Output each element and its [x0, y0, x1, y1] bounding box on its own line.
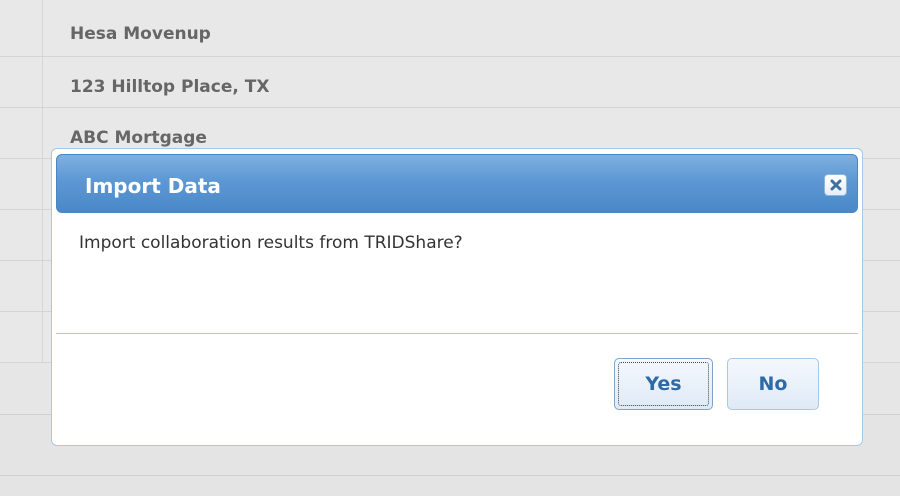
column-divider — [42, 312, 43, 362]
column-divider — [42, 0, 43, 56]
close-button[interactable] — [824, 174, 847, 196]
yes-button-label: Yes — [645, 373, 682, 395]
dialog-message: Import collaboration results from TRIDSh… — [79, 233, 463, 253]
column-divider — [42, 108, 43, 158]
dialog-title: Import Data — [85, 174, 221, 198]
close-icon — [830, 179, 842, 191]
import-data-dialog: Import Data Import collaboration results… — [51, 148, 863, 446]
table-row: 123 Hilltop Place, TX — [0, 57, 900, 108]
lender-name: ABC Mortgage — [70, 128, 207, 148]
no-button-label: No — [758, 373, 788, 395]
column-divider — [42, 261, 43, 311]
dialog-header: Import Data — [56, 154, 858, 213]
borrower-name: Hesa Movenup — [70, 24, 211, 44]
column-divider — [42, 210, 43, 260]
divider — [0, 475, 900, 476]
column-divider — [42, 159, 43, 209]
dialog-divider — [56, 333, 858, 334]
property-address: 123 Hilltop Place, TX — [70, 77, 270, 97]
column-divider — [42, 57, 43, 107]
table-row: Hesa Movenup — [0, 0, 900, 57]
no-button[interactable]: No — [727, 358, 819, 410]
yes-button[interactable]: Yes — [614, 358, 713, 410]
